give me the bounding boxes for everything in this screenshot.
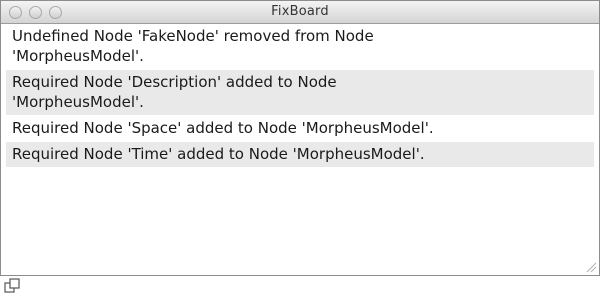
message-list: Undefined Node 'FakeNode' removed from N… [6, 24, 594, 273]
title-bar[interactable]: FixBoard [1, 1, 599, 24]
fixboard-window: FixBoard Undefined Node 'FakeNode' remov… [0, 0, 600, 276]
list-item[interactable]: Required Node 'Time' added to Node 'Morp… [6, 142, 594, 168]
message-text: Required Node 'Description' added to Nod… [12, 73, 337, 111]
message-text: Undefined Node 'FakeNode' removed from N… [12, 27, 374, 65]
message-text: Required Node 'Space' added to Node 'Mor… [12, 119, 434, 137]
window-layout-icon [4, 278, 20, 293]
list-item[interactable]: Required Node 'Description' added to Nod… [6, 70, 594, 116]
message-text: Required Node 'Time' added to Node 'Morp… [12, 145, 425, 163]
resize-grip-icon[interactable] [585, 261, 597, 273]
window-title: FixBoard [271, 4, 329, 19]
list-item[interactable]: Required Node 'Space' added to Node 'Mor… [6, 116, 594, 142]
list-item[interactable]: Undefined Node 'FakeNode' removed from N… [6, 24, 594, 70]
